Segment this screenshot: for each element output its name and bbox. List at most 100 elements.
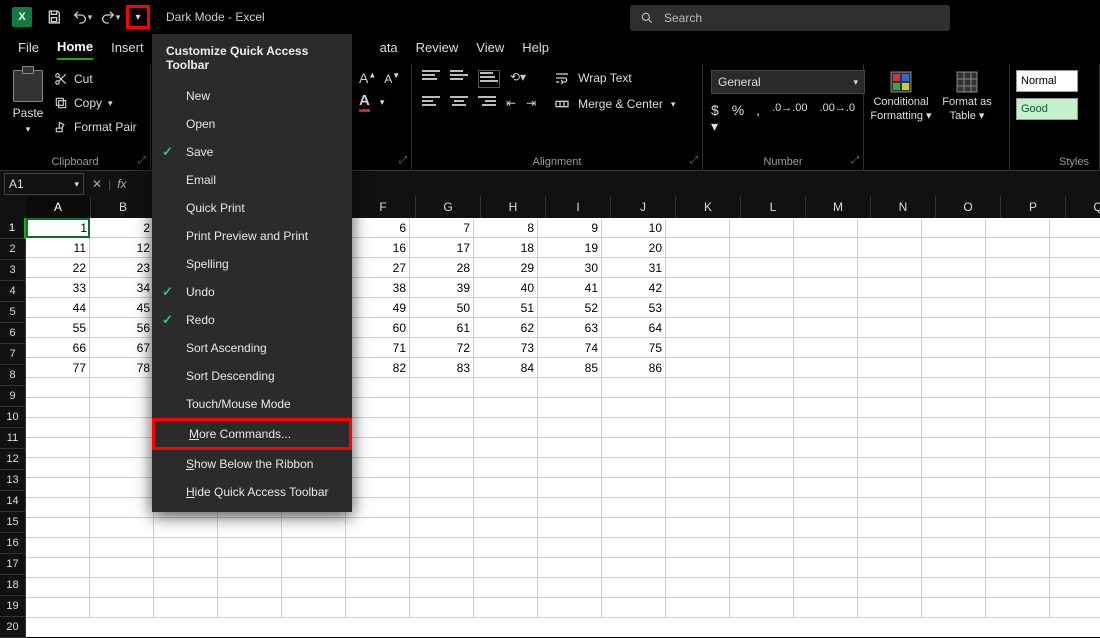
- cell-P2[interactable]: [986, 238, 1050, 258]
- cell-N19[interactable]: [858, 578, 922, 598]
- cell-B6[interactable]: 56: [90, 318, 154, 338]
- cell-H16[interactable]: [474, 518, 538, 538]
- cell-N9[interactable]: [858, 378, 922, 398]
- cell-N15[interactable]: [858, 498, 922, 518]
- tab-file[interactable]: File: [18, 40, 39, 59]
- cell-I6[interactable]: 63: [538, 318, 602, 338]
- cell-J17[interactable]: [602, 538, 666, 558]
- cell-P5[interactable]: [986, 298, 1050, 318]
- cell-P16[interactable]: [986, 518, 1050, 538]
- cell-D19[interactable]: [218, 578, 282, 598]
- cell-H11[interactable]: [474, 418, 538, 438]
- cell-F6[interactable]: 60: [346, 318, 410, 338]
- cell-H5[interactable]: 51: [474, 298, 538, 318]
- cell-I3[interactable]: 30: [538, 258, 602, 278]
- cell-H3[interactable]: 29: [474, 258, 538, 278]
- cell-J9[interactable]: [602, 378, 666, 398]
- cell-A2[interactable]: 11: [26, 238, 90, 258]
- cell-J11[interactable]: [602, 418, 666, 438]
- cell-Q10[interactable]: [1050, 398, 1100, 418]
- cell-L12[interactable]: [730, 438, 794, 458]
- cell-J19[interactable]: [602, 578, 666, 598]
- cell-I2[interactable]: 19: [538, 238, 602, 258]
- row-header-13[interactable]: 13: [0, 470, 26, 491]
- cell-I19[interactable]: [538, 578, 602, 598]
- cell-K12[interactable]: [666, 438, 730, 458]
- cell-N8[interactable]: [858, 358, 922, 378]
- cell-L9[interactable]: [730, 378, 794, 398]
- menu-item-more-commands[interactable]: More Commands...: [152, 418, 352, 450]
- cell-I11[interactable]: [538, 418, 602, 438]
- cell-G3[interactable]: 28: [410, 258, 474, 278]
- cell-N17[interactable]: [858, 538, 922, 558]
- row-header-18[interactable]: 18: [0, 575, 26, 596]
- cell-B17[interactable]: [90, 538, 154, 558]
- tab-review[interactable]: Review: [416, 40, 459, 59]
- cell-E16[interactable]: [282, 518, 346, 538]
- row-header-9[interactable]: 9: [0, 386, 26, 407]
- cell-B1[interactable]: 2: [90, 218, 154, 238]
- cell-C19[interactable]: [154, 578, 218, 598]
- cell-J6[interactable]: 64: [602, 318, 666, 338]
- row-header-15[interactable]: 15: [0, 512, 26, 533]
- cell-J20[interactable]: [602, 598, 666, 618]
- cell-M9[interactable]: [794, 378, 858, 398]
- tab-view[interactable]: View: [476, 40, 504, 59]
- cell-G6[interactable]: 61: [410, 318, 474, 338]
- cell-A19[interactable]: [26, 578, 90, 598]
- cell-L20[interactable]: [730, 598, 794, 618]
- cell-H8[interactable]: 84: [474, 358, 538, 378]
- tab-insert[interactable]: Insert: [111, 40, 144, 59]
- cell-F7[interactable]: 71: [346, 338, 410, 358]
- cell-L7[interactable]: [730, 338, 794, 358]
- cell-G20[interactable]: [410, 598, 474, 618]
- column-header-O[interactable]: O: [936, 196, 1001, 219]
- cell-I7[interactable]: 74: [538, 338, 602, 358]
- cell-O15[interactable]: [922, 498, 986, 518]
- cell-J14[interactable]: [602, 478, 666, 498]
- cell-N11[interactable]: [858, 418, 922, 438]
- paste-button[interactable]: Paste ▾: [6, 68, 50, 144]
- cell-D18[interactable]: [218, 558, 282, 578]
- align-top-icon[interactable]: [422, 70, 440, 84]
- column-header-K[interactable]: K: [676, 196, 741, 219]
- cell-J3[interactable]: 31: [602, 258, 666, 278]
- cell-F13[interactable]: [346, 458, 410, 478]
- cell-I10[interactable]: [538, 398, 602, 418]
- cell-A15[interactable]: [26, 498, 90, 518]
- column-header-A[interactable]: A: [26, 196, 91, 220]
- column-header-N[interactable]: N: [871, 196, 936, 219]
- cell-G1[interactable]: 7: [410, 218, 474, 238]
- cell-I5[interactable]: 52: [538, 298, 602, 318]
- cell-Q2[interactable]: [1050, 238, 1100, 258]
- cell-B16[interactable]: [90, 518, 154, 538]
- cell-N1[interactable]: [858, 218, 922, 238]
- cell-D17[interactable]: [218, 538, 282, 558]
- cell-A5[interactable]: 44: [26, 298, 90, 318]
- cell-J10[interactable]: [602, 398, 666, 418]
- cell-P8[interactable]: [986, 358, 1050, 378]
- cell-N3[interactable]: [858, 258, 922, 278]
- cell-M6[interactable]: [794, 318, 858, 338]
- cell-K17[interactable]: [666, 538, 730, 558]
- cell-N4[interactable]: [858, 278, 922, 298]
- cell-G14[interactable]: [410, 478, 474, 498]
- cell-E18[interactable]: [282, 558, 346, 578]
- cell-M8[interactable]: [794, 358, 858, 378]
- row-header-7[interactable]: 7: [0, 344, 26, 365]
- cell-K20[interactable]: [666, 598, 730, 618]
- cell-O7[interactable]: [922, 338, 986, 358]
- cell-N10[interactable]: [858, 398, 922, 418]
- cell-J8[interactable]: 86: [602, 358, 666, 378]
- cell-J5[interactable]: 53: [602, 298, 666, 318]
- row-header-1[interactable]: 1: [0, 218, 26, 239]
- cell-I4[interactable]: 41: [538, 278, 602, 298]
- cell-F15[interactable]: [346, 498, 410, 518]
- cell-I13[interactable]: [538, 458, 602, 478]
- redo-icon[interactable]: ▾: [98, 5, 122, 29]
- cell-J12[interactable]: [602, 438, 666, 458]
- cell-G17[interactable]: [410, 538, 474, 558]
- cell-O3[interactable]: [922, 258, 986, 278]
- row-header-14[interactable]: 14: [0, 491, 26, 512]
- cell-N18[interactable]: [858, 558, 922, 578]
